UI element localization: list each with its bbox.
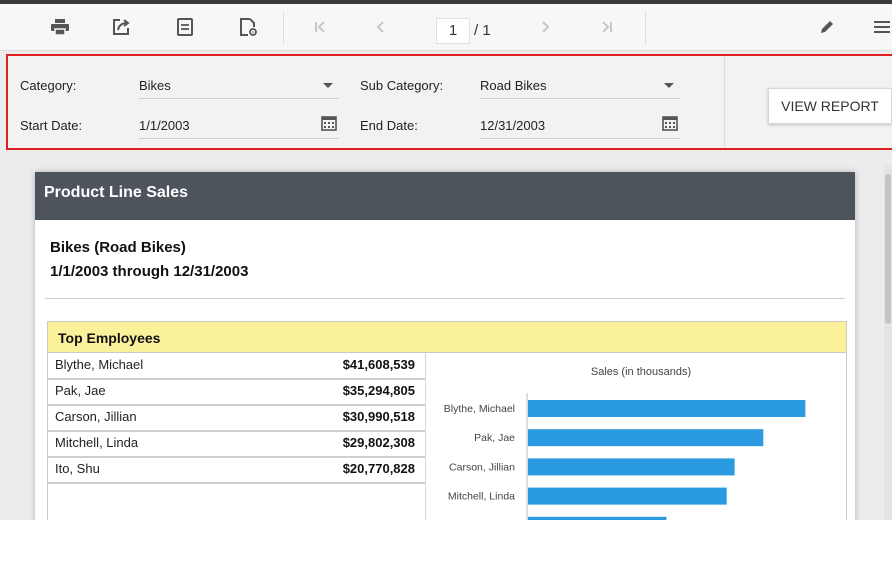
end-date-label: End Date:: [360, 118, 418, 133]
sales-bar-chart: Sales (in thousands) Blythe, Michael Pak, …: [444, 366, 806, 520]
export-icon[interactable]: [106, 12, 136, 42]
employee-name: Ito, Shu: [55, 461, 100, 476]
parameters-panel: Category: Bikes Sub Category: Road Bikes…: [6, 54, 892, 150]
next-page-icon[interactable]: [530, 12, 560, 42]
divider: [45, 298, 845, 299]
report-page: Product Line Sales Bikes (Road Bikes) 1/…: [35, 172, 855, 520]
chart-bar: [528, 429, 764, 447]
category-label: Category:: [20, 78, 77, 93]
end-date-input[interactable]: 12/31/2003: [480, 112, 680, 139]
start-date-value: 1/1/2003: [139, 118, 190, 133]
employee-name: Mitchell, Linda: [55, 435, 139, 450]
top-employees-panel: Top Employees Blythe, Michael $41,608,53…: [47, 321, 847, 520]
toolbar: 1 / 1: [0, 4, 892, 51]
chart-bar: [528, 400, 806, 417]
employee-name: Blythe, Michael: [55, 357, 144, 372]
category-value: Bikes: [139, 78, 171, 93]
employee-sales: $35,294,805: [342, 383, 415, 398]
document-map-icon[interactable]: [170, 12, 200, 42]
start-date-label: Start Date:: [20, 118, 83, 133]
report-header: Product Line Sales: [35, 172, 855, 220]
toolbar-separator: [645, 12, 646, 44]
report-viewer: 1 / 1 Category: Bikes Sub Category: Road…: [0, 0, 892, 520]
employee-sales: $29,802,308: [342, 435, 415, 450]
vertical-scrollbar[interactable]: [884, 166, 892, 520]
category-select[interactable]: Bikes: [139, 72, 339, 99]
subcategory-value: Road Bikes: [480, 78, 547, 93]
first-page-icon[interactable]: [305, 12, 335, 42]
previous-page-icon[interactable]: [366, 12, 396, 42]
employee-sales: $30,990,518: [342, 409, 415, 424]
view-report-button[interactable]: VIEW REPORT: [768, 88, 892, 124]
table-row: Pak, Jae $35,294,805: [48, 379, 425, 406]
chart-category-label: Pak, Jae: [474, 432, 515, 444]
table-row: Carson, Jillian $30,990,518: [48, 405, 425, 432]
report-date-range: 1/1/2003 through 12/31/2003: [50, 263, 249, 280]
subcategory-select[interactable]: Road Bikes: [480, 72, 680, 99]
chart-bar: [528, 458, 735, 476]
section-header: Top Employees: [48, 322, 846, 353]
chart-bar: [528, 516, 667, 520]
start-date-input[interactable]: 1/1/2003: [139, 112, 339, 139]
chevron-down-icon: [323, 83, 333, 88]
subcategory-label: Sub Category:: [360, 78, 444, 93]
toolbar-separator: [283, 12, 284, 44]
chart-bar: [528, 487, 727, 505]
params-divider: [724, 56, 725, 148]
last-page-icon[interactable]: [592, 12, 622, 42]
print-icon[interactable]: [45, 12, 75, 42]
section-title: Top Employees: [58, 330, 161, 346]
chevron-down-icon: [664, 83, 674, 88]
chart-title: Sales (in thousands): [591, 366, 691, 378]
page-total: / 1: [474, 22, 491, 39]
page-setup-icon[interactable]: [233, 12, 263, 42]
edit-pencil-icon[interactable]: [812, 12, 842, 42]
employee-sales: $20,770,828: [342, 461, 415, 476]
page-number-input[interactable]: 1: [436, 18, 470, 44]
calendar-icon[interactable]: [662, 115, 678, 134]
table-row: Mitchell, Linda $29,802,308: [48, 431, 425, 458]
employee-name: Pak, Jae: [55, 383, 106, 398]
chart-category-label: Carson, Jillian: [449, 461, 515, 473]
end-date-value: 12/31/2003: [480, 118, 546, 133]
menu-icon[interactable]: [867, 12, 892, 42]
table-row: Blythe, Michael $41,608,539: [48, 353, 425, 380]
scrollbar-thumb[interactable]: [885, 174, 891, 324]
calendar-icon[interactable]: [321, 115, 337, 134]
report-subtitle: Bikes (Road Bikes): [50, 239, 186, 256]
report-title: Product Line Sales: [44, 184, 189, 201]
employee-name: Carson, Jillian: [55, 409, 137, 424]
employee-sales: $41,608,539: [342, 357, 415, 372]
chart-category-label: Mitchell, Linda: [448, 491, 515, 503]
chart-category-label: Blythe, Michael: [444, 403, 515, 415]
table-row: Ito, Shu $20,770,828: [48, 457, 425, 484]
